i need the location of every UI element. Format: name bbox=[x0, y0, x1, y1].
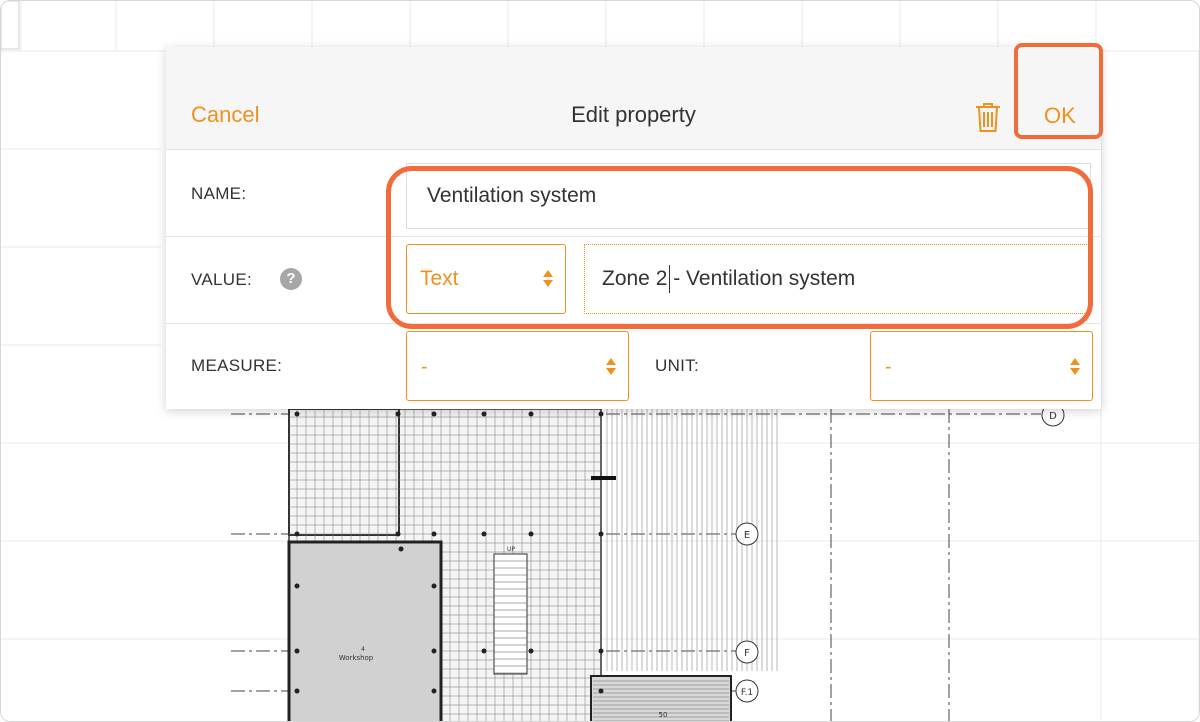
name-input[interactable]: Ventilation system bbox=[406, 163, 1091, 229]
text-cursor bbox=[669, 265, 670, 293]
structural-column bbox=[294, 583, 300, 589]
value-row: VALUE: ? Text Zone 2 - Ventilation syste… bbox=[166, 166, 1101, 329]
value-type-selected: Text bbox=[420, 267, 459, 290]
select-arrows-icon bbox=[605, 358, 617, 378]
measure-label: MEASURE: bbox=[191, 356, 283, 375]
structural-column bbox=[398, 546, 404, 552]
structural-column bbox=[598, 411, 604, 417]
structural-column bbox=[481, 411, 487, 417]
unit-label: UNIT: bbox=[655, 356, 699, 375]
value-label: VALUE: bbox=[191, 270, 253, 289]
measure-select[interactable]: - bbox=[406, 331, 629, 401]
structural-column bbox=[528, 648, 534, 654]
structural-column bbox=[431, 688, 437, 694]
dialog-header: Cancel Edit property OK bbox=[166, 43, 1103, 150]
select-arrows-icon bbox=[1069, 358, 1081, 378]
value-input-text: Zone 2 - Ventilation system bbox=[602, 267, 856, 290]
structural-column bbox=[431, 411, 437, 417]
building-plan: 4 Workshop UP 50 D E F F.1 bbox=[231, 403, 1065, 721]
workshop-room-label: Workshop bbox=[339, 654, 374, 662]
edit-property-dialog: Cancel Edit property OK NAME: Ventilatio… bbox=[166, 43, 1103, 409]
stair-label: UP bbox=[507, 546, 515, 553]
value-type-select[interactable]: Text bbox=[406, 244, 566, 314]
structural-column bbox=[294, 648, 300, 654]
grid-marker-e: E bbox=[744, 530, 750, 541]
structural-column bbox=[598, 531, 604, 537]
structural-column bbox=[598, 688, 604, 694]
structural-column bbox=[481, 648, 487, 654]
unit-selected: - bbox=[885, 356, 892, 378]
structural-column bbox=[431, 531, 437, 537]
grid-marker-f: F bbox=[744, 648, 750, 659]
select-arrows-icon bbox=[542, 270, 554, 290]
structural-column bbox=[598, 648, 604, 654]
ok-button[interactable]: OK bbox=[1044, 103, 1076, 129]
trash-icon[interactable] bbox=[974, 101, 1002, 133]
structural-column bbox=[528, 531, 534, 537]
structural-column bbox=[395, 531, 401, 537]
structural-column bbox=[294, 688, 300, 694]
structural-column bbox=[431, 648, 437, 654]
dialog-title: Edit property bbox=[571, 102, 696, 127]
name-label: NAME: bbox=[191, 184, 247, 203]
structural-column bbox=[481, 531, 487, 537]
measure-row: MEASURE: - UNIT: - bbox=[166, 324, 1101, 409]
unit-select[interactable]: - bbox=[870, 331, 1093, 401]
name-row: NAME: Ventilation system bbox=[166, 150, 1101, 237]
room-50-label: 50 bbox=[659, 711, 668, 719]
structural-column bbox=[294, 411, 300, 417]
structural-column bbox=[528, 411, 534, 417]
help-icon[interactable]: ? bbox=[280, 268, 302, 290]
workshop-room-number: 4 bbox=[361, 646, 365, 653]
structural-column bbox=[395, 411, 401, 417]
structural-column bbox=[431, 583, 437, 589]
app-window: 4 Workshop UP 50 D E F F.1 Cancel Edit p… bbox=[0, 0, 1200, 722]
structural-column bbox=[294, 531, 300, 537]
grid-marker-d: D bbox=[1049, 411, 1057, 422]
grid-marker-f1: F.1 bbox=[741, 688, 753, 698]
measure-selected: - bbox=[421, 356, 428, 378]
value-input[interactable]: Zone 2 - Ventilation system bbox=[584, 244, 1089, 314]
